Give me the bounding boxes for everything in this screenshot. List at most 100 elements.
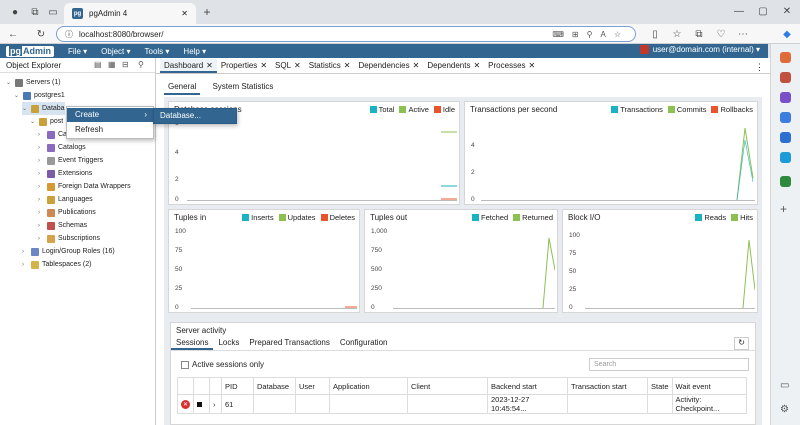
tree-node[interactable]: ⌄ post	[30, 115, 63, 128]
close-icon[interactable]: ✕	[529, 61, 536, 70]
tab-locks[interactable]: Locks	[213, 337, 244, 350]
tab-sessions[interactable]: Sessions	[171, 337, 214, 350]
query-tool-icon[interactable]: ▤	[94, 60, 104, 70]
collections-icon[interactable]: ⧉	[28, 5, 42, 19]
submenu-database[interactable]: Database...	[153, 108, 237, 124]
close-icon[interactable]: ✕	[206, 61, 213, 70]
tree-node[interactable]: › Tablespaces (2)	[22, 258, 91, 271]
refresh-icon[interactable]: ↻	[734, 337, 749, 350]
tree-node[interactable]: › Login/Group Roles (16)	[22, 245, 115, 258]
tree-node[interactable]: › Event Triggers	[38, 154, 103, 167]
favorites-icon[interactable]: ☆	[670, 27, 684, 41]
chevron-right-icon[interactable]: ›	[38, 158, 44, 164]
tab-processes[interactable]: Processes ✕	[484, 59, 539, 73]
back-icon[interactable]: ←	[6, 27, 20, 41]
info-icon[interactable]: ⓘ	[65, 29, 73, 40]
column-header[interactable]: Client	[407, 377, 488, 395]
tools-sidebar-icon[interactable]	[780, 72, 791, 83]
split-screen-icon[interactable]: ▯	[648, 27, 662, 41]
tab-statistics[interactable]: Statistics ✕	[305, 59, 355, 73]
close-icon[interactable]: ✕	[413, 61, 420, 70]
chevron-right-icon[interactable]: ›	[22, 262, 28, 268]
expand-row-icon[interactable]: ›	[213, 400, 216, 409]
chevron-down-icon[interactable]: ⌄	[30, 118, 36, 125]
column-header[interactable]: Wait event	[671, 377, 747, 395]
subtab-system-statistics[interactable]: System Statistics	[208, 80, 277, 95]
chevron-right-icon[interactable]: ›	[38, 210, 44, 216]
tree-node[interactable]: ⌄ Servers (1)	[6, 76, 61, 89]
chevron-right-icon[interactable]: ›	[38, 223, 44, 229]
chevron-down-icon[interactable]: ⌄	[14, 92, 20, 99]
maximize-icon[interactable]: ▢	[756, 4, 770, 18]
context-menu-create[interactable]: Create ›	[67, 108, 153, 122]
tree-node[interactable]: › Publications	[38, 206, 96, 219]
close-window-icon[interactable]: ✕	[780, 4, 794, 18]
outlook-sidebar-icon[interactable]	[780, 132, 791, 143]
address-bar-actions-icon[interactable]: ⌨⊞⚲A☆	[552, 30, 629, 39]
tab-actions-icon[interactable]: ▭	[46, 5, 60, 19]
office-sidebar-icon[interactable]	[780, 152, 791, 163]
user-menu[interactable]: user@domain.com (internal) ▾	[639, 45, 760, 54]
chevron-right-icon[interactable]: ›	[38, 197, 44, 203]
hide-sidebar-icon[interactable]: ▭	[780, 380, 791, 391]
menu-object[interactable]: Object ▾	[101, 47, 130, 56]
context-menu-refresh[interactable]: Refresh	[67, 123, 153, 137]
sessions-search-input[interactable]: Search	[589, 358, 749, 371]
chevron-right-icon[interactable]: ›	[38, 171, 44, 177]
tree-node[interactable]: › Extensions	[38, 167, 92, 180]
tab-dashboard[interactable]: Dashboard ✕	[160, 59, 217, 73]
tab-dependencies[interactable]: Dependencies ✕	[354, 59, 423, 73]
search-icon[interactable]: ⚲	[138, 60, 148, 70]
reload-icon[interactable]: ↻	[34, 27, 48, 41]
url-field[interactable]: ⓘ localhost:8080/browser/ ⌨⊞⚲A☆	[56, 26, 636, 42]
chevron-down-icon[interactable]: ⌄	[22, 105, 28, 112]
chevron-right-icon[interactable]: ›	[38, 184, 44, 190]
browser-tab[interactable]: pg pgAdmin 4 ✕	[64, 3, 196, 24]
view-data-icon[interactable]: ▦	[108, 60, 118, 70]
tab-dependents[interactable]: Dependents ✕	[423, 59, 484, 73]
close-icon[interactable]: ✕	[294, 61, 301, 70]
tab-menu-icon[interactable]: ⋮	[755, 62, 764, 73]
subtab-general[interactable]: General	[164, 80, 201, 95]
tree-node[interactable]: › Schemas	[38, 219, 87, 232]
tab-prepared-transactions[interactable]: Prepared Transactions	[244, 337, 335, 350]
cancel-query-icon[interactable]	[197, 401, 202, 407]
chevron-right-icon[interactable]: ›	[38, 145, 44, 151]
close-icon[interactable]: ✕	[344, 61, 351, 70]
column-header[interactable]: User	[295, 377, 330, 395]
more-menu-icon[interactable]: ⋯	[736, 27, 750, 41]
search-sidebar-icon[interactable]	[780, 52, 791, 63]
add-sidebar-icon[interactable]: +	[780, 203, 791, 215]
chevron-right-icon[interactable]: ›	[22, 249, 28, 255]
tree-node[interactable]: › Subscriptions	[38, 232, 100, 245]
filter-icon[interactable]: ⊟	[122, 60, 132, 70]
column-header[interactable]: State	[647, 377, 673, 395]
tree-sidebar-icon[interactable]	[780, 176, 791, 187]
tree-node[interactable]: ⌄ Databa	[22, 102, 65, 115]
chevron-right-icon[interactable]: ›	[38, 132, 44, 138]
chevron-down-icon[interactable]: ⌄	[6, 79, 12, 86]
column-header[interactable]: Backend start	[487, 377, 568, 395]
active-sessions-checkbox[interactable]	[181, 360, 189, 369]
terminate-session-icon[interactable]: ✕	[181, 399, 190, 409]
browser-essentials-icon[interactable]: ♡	[714, 27, 728, 41]
active-sessions-toggle[interactable]: Active sessions only	[181, 360, 264, 369]
tab-configuration[interactable]: Configuration	[335, 337, 393, 350]
collections-bar-icon[interactable]: ⧉	[692, 27, 706, 41]
menu-help[interactable]: Help ▾	[183, 47, 206, 56]
table-row[interactable]: ✕ › 61 2023-12-27 10:45:54... Activity: …	[177, 394, 747, 414]
tree-node[interactable]: › Languages	[38, 193, 93, 206]
copilot-sidebar-icon[interactable]	[780, 112, 791, 123]
minimize-icon[interactable]: —	[732, 4, 746, 18]
new-tab-icon[interactable]: +	[200, 5, 214, 19]
column-header[interactable]: Application	[329, 377, 408, 395]
tab-sql[interactable]: SQL ✕	[271, 59, 305, 73]
tree-node[interactable]: ⌄ postgres1	[14, 89, 65, 102]
close-icon[interactable]: ✕	[473, 61, 480, 70]
close-icon[interactable]: ✕	[260, 61, 267, 70]
profile-icon[interactable]: ●	[8, 5, 22, 19]
menu-tools[interactable]: Tools ▾	[145, 47, 170, 56]
tab-properties[interactable]: Properties ✕	[217, 59, 271, 73]
column-header[interactable]: Transaction start	[567, 377, 648, 395]
copilot-icon[interactable]: ◆	[780, 27, 794, 41]
